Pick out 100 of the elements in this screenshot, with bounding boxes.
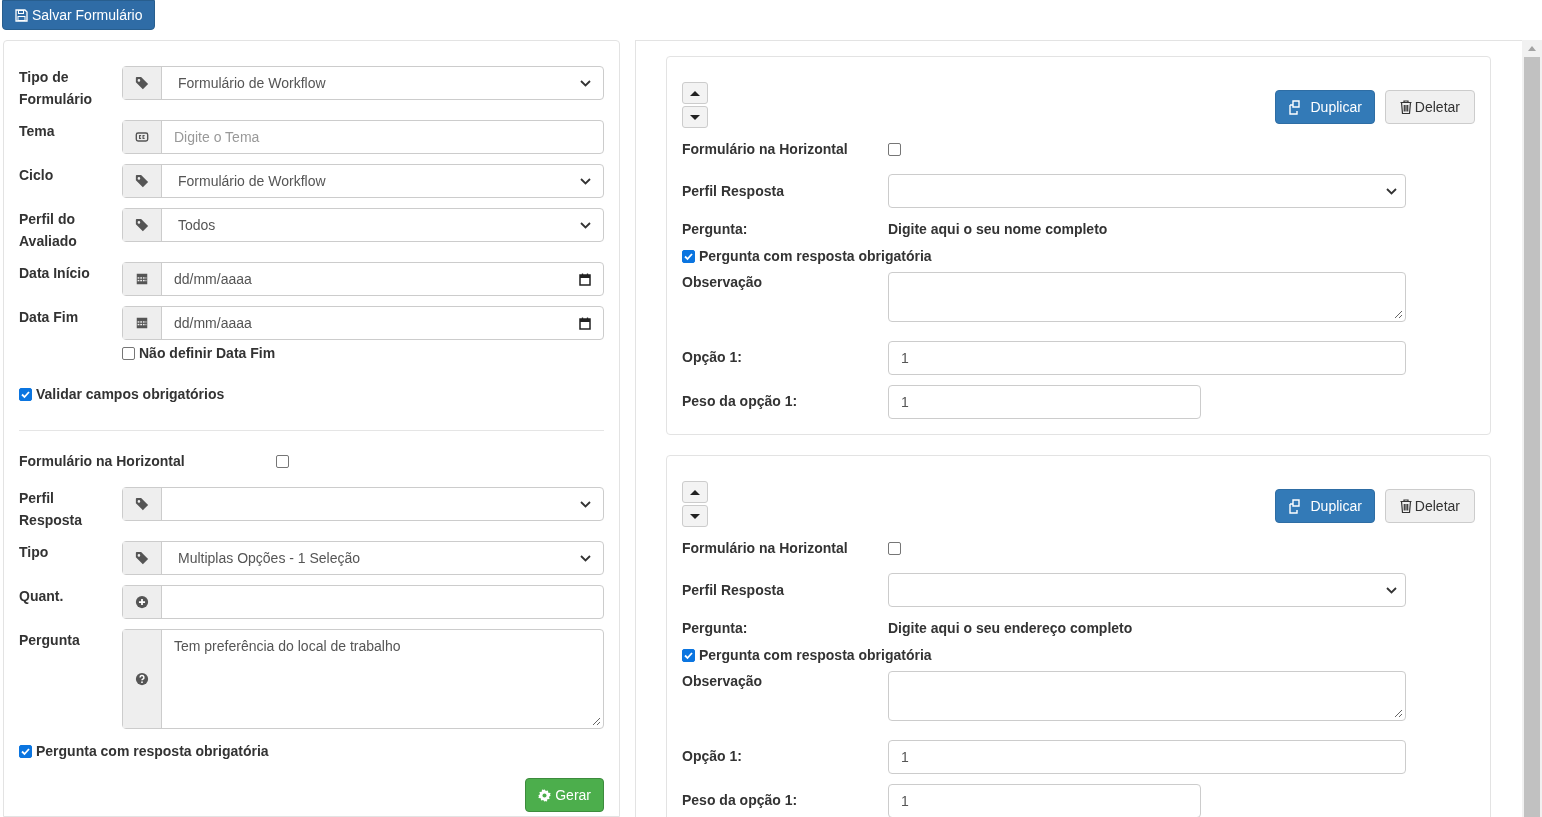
field-label: Ciclo: [19, 166, 55, 185]
duplicate-button[interactable]: Duplicar: [1274, 489, 1375, 523]
question-text: Digite aqui o seu nome completo: [888, 220, 1108, 239]
move-down-button[interactable]: [682, 106, 708, 128]
check-icon: [20, 389, 31, 400]
input-group[interactable]: Tem preferência do local de trabalho: [122, 629, 604, 729]
field-label: Quant.: [19, 587, 65, 606]
field-label: Peso da opção 1:: [682, 791, 799, 810]
check-icon: [683, 650, 694, 661]
chevron-down-icon: [580, 500, 591, 508]
date-field[interactable]: dd/mm/aaaa: [174, 268, 579, 290]
caret-down-icon: [689, 113, 701, 121]
chevron-down-icon: [580, 177, 591, 185]
checkbox-label: Validar campos obrigatórios: [36, 385, 225, 404]
calendar-icon: [579, 272, 591, 286]
delete-button[interactable]: Deletar: [1384, 489, 1475, 523]
save-button[interactable]: Salvar Formulário: [2, 0, 156, 30]
textarea-value: Tem preferência do local de trabalho: [174, 637, 401, 656]
input-group[interactable]: dd/mm/aaaa: [122, 262, 604, 296]
check-icon: [20, 746, 31, 757]
calendar-icon: [135, 316, 149, 330]
checkbox[interactable]: [122, 347, 135, 360]
select-field[interactable]: [888, 573, 1406, 607]
move-up-button[interactable]: [682, 82, 708, 104]
field-label: Formulário na Horizontal: [682, 140, 849, 159]
field-label: Pergunta: [19, 631, 81, 650]
gear-icon: [538, 788, 552, 802]
caret-down-icon: [689, 512, 701, 520]
input-group[interactable]: Todos: [122, 208, 604, 242]
checkbox[interactable]: [682, 649, 695, 662]
tag-icon: [135, 551, 149, 565]
resize-handle-icon: [592, 717, 601, 726]
duplicate-button[interactable]: Duplicar: [1274, 90, 1375, 124]
field-label: Tipo de Formulário: [19, 68, 94, 109]
field-label: Opção 1:: [682, 348, 743, 367]
checkbox[interactable]: [276, 455, 289, 468]
move-down-button[interactable]: [682, 505, 708, 527]
checkbox[interactable]: [19, 388, 32, 401]
field-label: Perfil do Avaliado: [19, 210, 78, 251]
help-icon: [135, 672, 149, 686]
chevron-down-icon: [580, 79, 591, 87]
chevron-down-icon: [580, 221, 591, 229]
tag-icon: [135, 76, 149, 90]
input-group[interactable]: Formulário de Workflow: [122, 164, 604, 198]
closed-caption-icon: [135, 130, 149, 144]
field-label: Perfil Resposta: [682, 581, 785, 600]
caret-up-icon: [689, 89, 701, 97]
checkbox-label: Pergunta com resposta obrigatória: [699, 247, 932, 266]
checkbox[interactable]: [682, 250, 695, 263]
option-field[interactable]: 1: [888, 341, 1406, 375]
checkbox[interactable]: [888, 542, 901, 555]
note-field[interactable]: [888, 272, 1406, 322]
checkbox-label: Não definir Data Fim: [139, 344, 276, 363]
tag-icon: [135, 497, 149, 511]
field-label: Peso da opção 1:: [682, 392, 799, 411]
input-group[interactable]: Digite o Tema: [122, 120, 604, 154]
plus-circle-icon: [135, 595, 149, 609]
option-field[interactable]: 1: [888, 740, 1406, 774]
select-value: Todos: [178, 215, 216, 235]
select-value: Formulário de Workflow: [178, 73, 326, 93]
resize-handle-icon: [1394, 310, 1403, 319]
checkbox[interactable]: [19, 745, 32, 758]
checkbox[interactable]: [888, 143, 901, 156]
caret-up-icon: [689, 488, 701, 496]
field-label: Tema: [19, 122, 56, 141]
select-value: Formulário de Workflow: [178, 171, 326, 191]
field-label: Observação: [682, 273, 764, 292]
input-group[interactable]: [122, 487, 604, 521]
weight-field[interactable]: 1: [888, 784, 1201, 817]
calendar-icon: [135, 272, 149, 286]
check-icon: [683, 251, 694, 262]
field-label: Pergunta:: [682, 619, 749, 638]
checkbox-label: Pergunta com resposta obrigatória: [36, 742, 269, 761]
copy-icon: [1287, 99, 1303, 115]
field-label: Perfil Resposta: [682, 182, 785, 201]
date-field[interactable]: dd/mm/aaaa: [174, 312, 579, 334]
field-label: Pergunta:: [682, 220, 749, 239]
note-field[interactable]: [888, 671, 1406, 721]
field-label: Observação: [682, 672, 764, 691]
input-group[interactable]: Formulário de Workflow: [122, 66, 604, 100]
save-icon: [15, 8, 28, 22]
input-group[interactable]: [122, 585, 604, 619]
copy-icon: [1287, 498, 1303, 514]
select-field[interactable]: [888, 174, 1406, 208]
select-value: Multiplas Opções - 1 Seleção: [178, 548, 361, 568]
input-group[interactable]: Multiplas Opções - 1 Seleção: [122, 541, 604, 575]
field-label: Tipo: [19, 543, 50, 562]
move-up-button[interactable]: [682, 481, 708, 503]
field-label: Data Fim: [19, 308, 80, 327]
calendar-icon: [579, 316, 591, 330]
delete-button[interactable]: Deletar: [1384, 90, 1475, 124]
field-label: Data Início: [19, 264, 91, 283]
input-group[interactable]: dd/mm/aaaa: [122, 306, 604, 340]
tag-icon: [135, 218, 149, 232]
chevron-down-icon: [1386, 586, 1397, 594]
text-field[interactable]: Digite o Tema: [174, 126, 591, 148]
trash-icon: [1399, 499, 1412, 513]
field-label: Opção 1:: [682, 747, 743, 766]
tag-icon: [135, 174, 149, 188]
weight-field[interactable]: 1: [888, 385, 1201, 419]
